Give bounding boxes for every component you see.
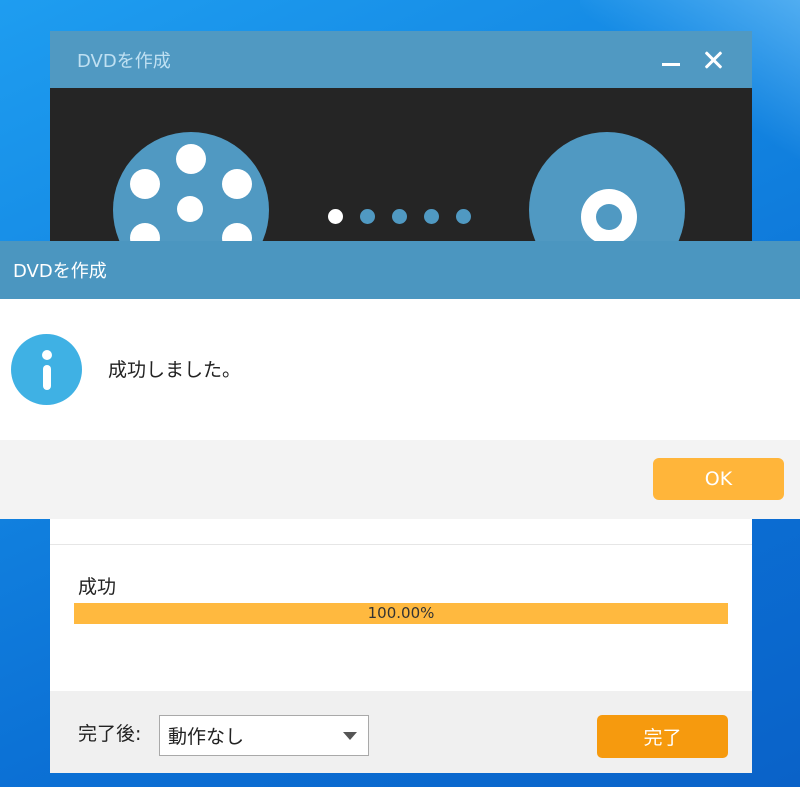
film-reel-icon	[113, 132, 269, 243]
carousel-dots	[328, 209, 471, 224]
carousel-dot	[392, 209, 407, 224]
carousel-dot	[456, 209, 471, 224]
dropdown-arrow-icon[interactable]	[343, 732, 357, 740]
carousel-dot	[424, 209, 439, 224]
dialog-title: DVDを作成	[13, 261, 107, 282]
window-title: DVDを作成	[77, 50, 171, 72]
info-icon	[11, 334, 82, 405]
dialog-message: 成功しました。	[108, 359, 242, 381]
progress-banner	[50, 88, 752, 243]
ok-button[interactable]: OK	[653, 458, 784, 500]
divider	[50, 544, 752, 545]
dialog-footer: OK	[0, 440, 800, 519]
window-titlebar[interactable]: DVDを作成	[50, 31, 752, 88]
status-label: 成功	[78, 576, 117, 598]
dialog-body: 成功しました。	[0, 299, 800, 440]
carousel-dot	[360, 209, 375, 224]
window-controls	[660, 31, 724, 88]
carousel-dot	[328, 209, 343, 224]
done-button[interactable]: 完了	[597, 715, 728, 758]
disc-icon	[529, 132, 685, 243]
status-area: 成功 100.00%	[50, 520, 752, 690]
after-completion-select[interactable]: 動作なし	[159, 715, 369, 756]
dialog-titlebar[interactable]: DVDを作成	[0, 241, 800, 299]
progress-bar: 100.00%	[74, 603, 728, 624]
select-value: 動作なし	[168, 726, 245, 748]
progress-text: 100.00%	[367, 604, 435, 622]
success-dialog: DVDを作成 成功しました。 OK	[0, 241, 800, 519]
minimize-icon[interactable]	[660, 49, 682, 71]
after-completion-label: 完了後:	[78, 723, 142, 745]
close-icon[interactable]	[702, 49, 724, 71]
window-footer: 完了後: 動作なし 完了	[50, 691, 752, 773]
